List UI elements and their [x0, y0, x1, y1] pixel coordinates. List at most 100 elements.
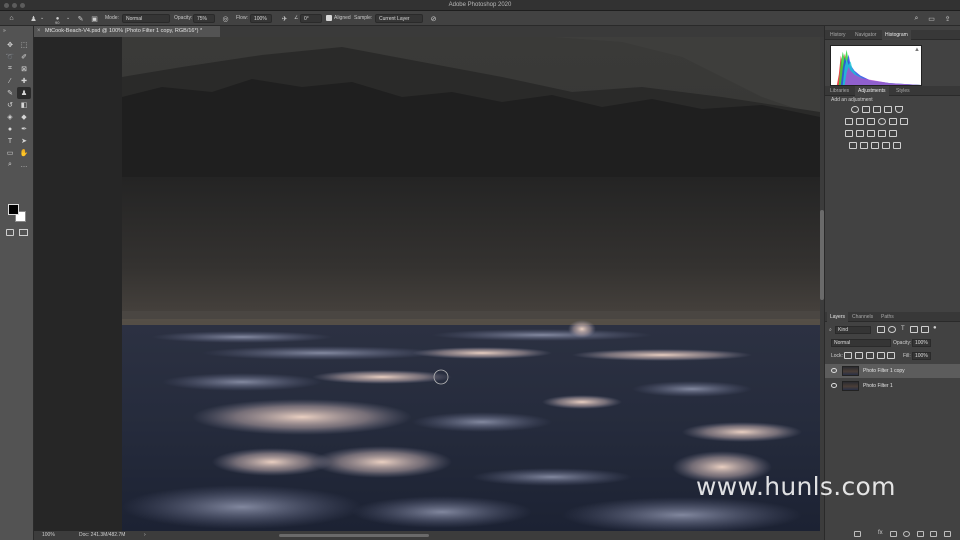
angle-field[interactable]: 0°	[300, 14, 322, 23]
histogram-warning-icon[interactable]: ▲	[914, 47, 920, 53]
eyedropper-tool-icon[interactable]: ⁄	[3, 75, 17, 87]
brush-tool-icon[interactable]: ✎	[3, 87, 17, 99]
color-lookup-icon[interactable]	[900, 118, 908, 125]
tab-channels[interactable]: Channels	[849, 312, 876, 322]
lock-all-icon[interactable]	[887, 352, 895, 359]
exposure-icon[interactable]	[884, 106, 892, 113]
lasso-tool-icon[interactable]: ➰	[3, 51, 17, 63]
pattern-fill-icon[interactable]	[871, 142, 879, 149]
search-icon[interactable]: ⌕	[911, 13, 922, 24]
lock-artboard-icon[interactable]	[877, 352, 885, 359]
ignore-adjustment-layers-icon[interactable]: ⊘	[428, 13, 439, 24]
clone-source-icon[interactable]: ▣	[89, 13, 100, 24]
vibrance-icon[interactable]	[895, 106, 903, 113]
workspace-icon[interactable]: ▭	[926, 13, 937, 24]
dodge-tool-icon[interactable]: ●	[3, 123, 17, 135]
levels-icon[interactable]	[862, 106, 870, 113]
quick-selection-tool-icon[interactable]: ✐	[17, 51, 31, 63]
hdr-toning-icon[interactable]	[893, 142, 901, 149]
pressure-opacity-icon[interactable]: ◎	[220, 13, 231, 24]
filter-type-icon[interactable]: T	[901, 326, 905, 332]
layer-style-icon[interactable]: fx	[878, 530, 883, 536]
posterize-icon[interactable]	[856, 130, 864, 137]
clone-stamp-tool-icon[interactable]: ♟	[17, 87, 31, 99]
crop-tool-icon[interactable]: ⌗	[3, 63, 17, 75]
eraser-tool-icon[interactable]: ◧	[17, 99, 31, 111]
lock-transparent-icon[interactable]	[844, 352, 852, 359]
curves-icon[interactable]	[873, 106, 881, 113]
brush-preset-dropdown-icon[interactable]: ⌄	[66, 14, 70, 23]
zoom-tool-icon[interactable]: ⌕	[3, 159, 17, 171]
tab-libraries[interactable]: Libraries	[827, 86, 852, 96]
hand-tool-icon[interactable]: ✋	[17, 147, 31, 159]
tab-layers[interactable]: Layers	[827, 312, 849, 322]
layer-filter-kind-select[interactable]: Kind	[835, 326, 871, 334]
filter-pixel-icon[interactable]	[877, 326, 885, 333]
brightness-contrast-icon[interactable]	[851, 106, 859, 113]
shadows-highlights-icon[interactable]	[882, 142, 890, 149]
hue-saturation-icon[interactable]	[845, 118, 853, 125]
blur-tool-icon[interactable]: ◆	[17, 111, 31, 123]
tool-preset-dropdown-icon[interactable]: ⌄	[40, 14, 44, 23]
opacity-field[interactable]: 75%	[193, 14, 215, 23]
foreground-color-swatch[interactable]	[8, 204, 19, 215]
mode-select[interactable]: Normal	[122, 14, 170, 23]
pen-tool-icon[interactable]: ✒	[17, 123, 31, 135]
lock-image-icon[interactable]	[855, 352, 863, 359]
visibility-eye-icon[interactable]	[831, 383, 837, 388]
new-group-icon[interactable]	[917, 531, 924, 537]
tab-histogram[interactable]: Histogram	[882, 30, 911, 40]
frame-tool-icon[interactable]: ⊠	[17, 63, 31, 75]
threshold-icon[interactable]	[867, 130, 875, 137]
flow-field[interactable]: 100%	[250, 14, 272, 23]
share-icon[interactable]: ⇪	[942, 13, 953, 24]
history-brush-tool-icon[interactable]: ↺	[3, 99, 17, 111]
quick-mask-icon[interactable]	[6, 229, 14, 236]
layer-row[interactable]: Photo Filter 1 copy	[825, 364, 960, 378]
more-tools-icon[interactable]: …	[17, 159, 31, 171]
status-menu-icon[interactable]: ›	[144, 532, 146, 538]
fill-field[interactable]: 100%	[912, 352, 931, 360]
airbrush-icon[interactable]: ✈	[279, 13, 290, 24]
filter-shape-icon[interactable]	[910, 326, 918, 333]
sample-select[interactable]: Current Layer	[375, 14, 423, 23]
collapse-tools-icon[interactable]: »	[3, 27, 6, 36]
canvas-area[interactable]	[34, 37, 820, 531]
filter-toggle-icon[interactable]: ●	[933, 325, 937, 331]
move-tool-icon[interactable]: ✥	[3, 39, 17, 51]
gradient-map-icon[interactable]	[889, 130, 897, 137]
path-selection-tool-icon[interactable]: ➤	[17, 135, 31, 147]
solid-color-fill-icon[interactable]	[849, 142, 857, 149]
filter-smart-object-icon[interactable]	[921, 326, 929, 333]
healing-brush-tool-icon[interactable]: ✚	[17, 75, 31, 87]
marquee-tool-icon[interactable]: ⬚	[17, 39, 31, 51]
black-white-icon[interactable]	[867, 118, 875, 125]
type-tool-icon[interactable]: T	[3, 135, 17, 147]
aligned-checkbox[interactable]	[326, 15, 332, 21]
layer-row[interactable]: Photo Filter 1	[825, 379, 960, 393]
lock-position-icon[interactable]	[866, 352, 874, 359]
photo-filter-icon[interactable]	[878, 118, 886, 125]
tab-paths[interactable]: Paths	[878, 312, 897, 322]
close-tab-icon[interactable]: ×	[37, 26, 41, 37]
clone-stamp-icon[interactable]: ♟	[28, 13, 39, 24]
screen-mode-icon[interactable]	[19, 229, 28, 236]
delete-layer-icon[interactable]	[944, 531, 951, 537]
brush-settings-icon[interactable]: ✎	[75, 13, 86, 24]
new-adjustment-layer-icon[interactable]	[903, 531, 910, 537]
beach-photo[interactable]	[122, 37, 820, 531]
color-balance-icon[interactable]	[856, 118, 864, 125]
add-mask-icon[interactable]	[890, 531, 897, 537]
filter-adjustment-icon[interactable]	[888, 326, 896, 333]
new-layer-icon[interactable]	[930, 531, 937, 537]
channel-mixer-icon[interactable]	[889, 118, 897, 125]
layer-blend-mode-select[interactable]: Normal	[831, 339, 891, 347]
link-layers-icon[interactable]	[854, 531, 861, 537]
rectangle-tool-icon[interactable]: ▭	[3, 147, 17, 159]
zoom-level[interactable]: 100%	[42, 532, 55, 538]
selective-color-icon[interactable]	[878, 130, 886, 137]
horizontal-scroll-thumb[interactable]	[279, 534, 429, 537]
layer-opacity-field[interactable]: 100%	[912, 339, 931, 347]
paint-bucket-tool-icon[interactable]: ◈	[3, 111, 17, 123]
visibility-eye-icon[interactable]	[831, 368, 837, 373]
